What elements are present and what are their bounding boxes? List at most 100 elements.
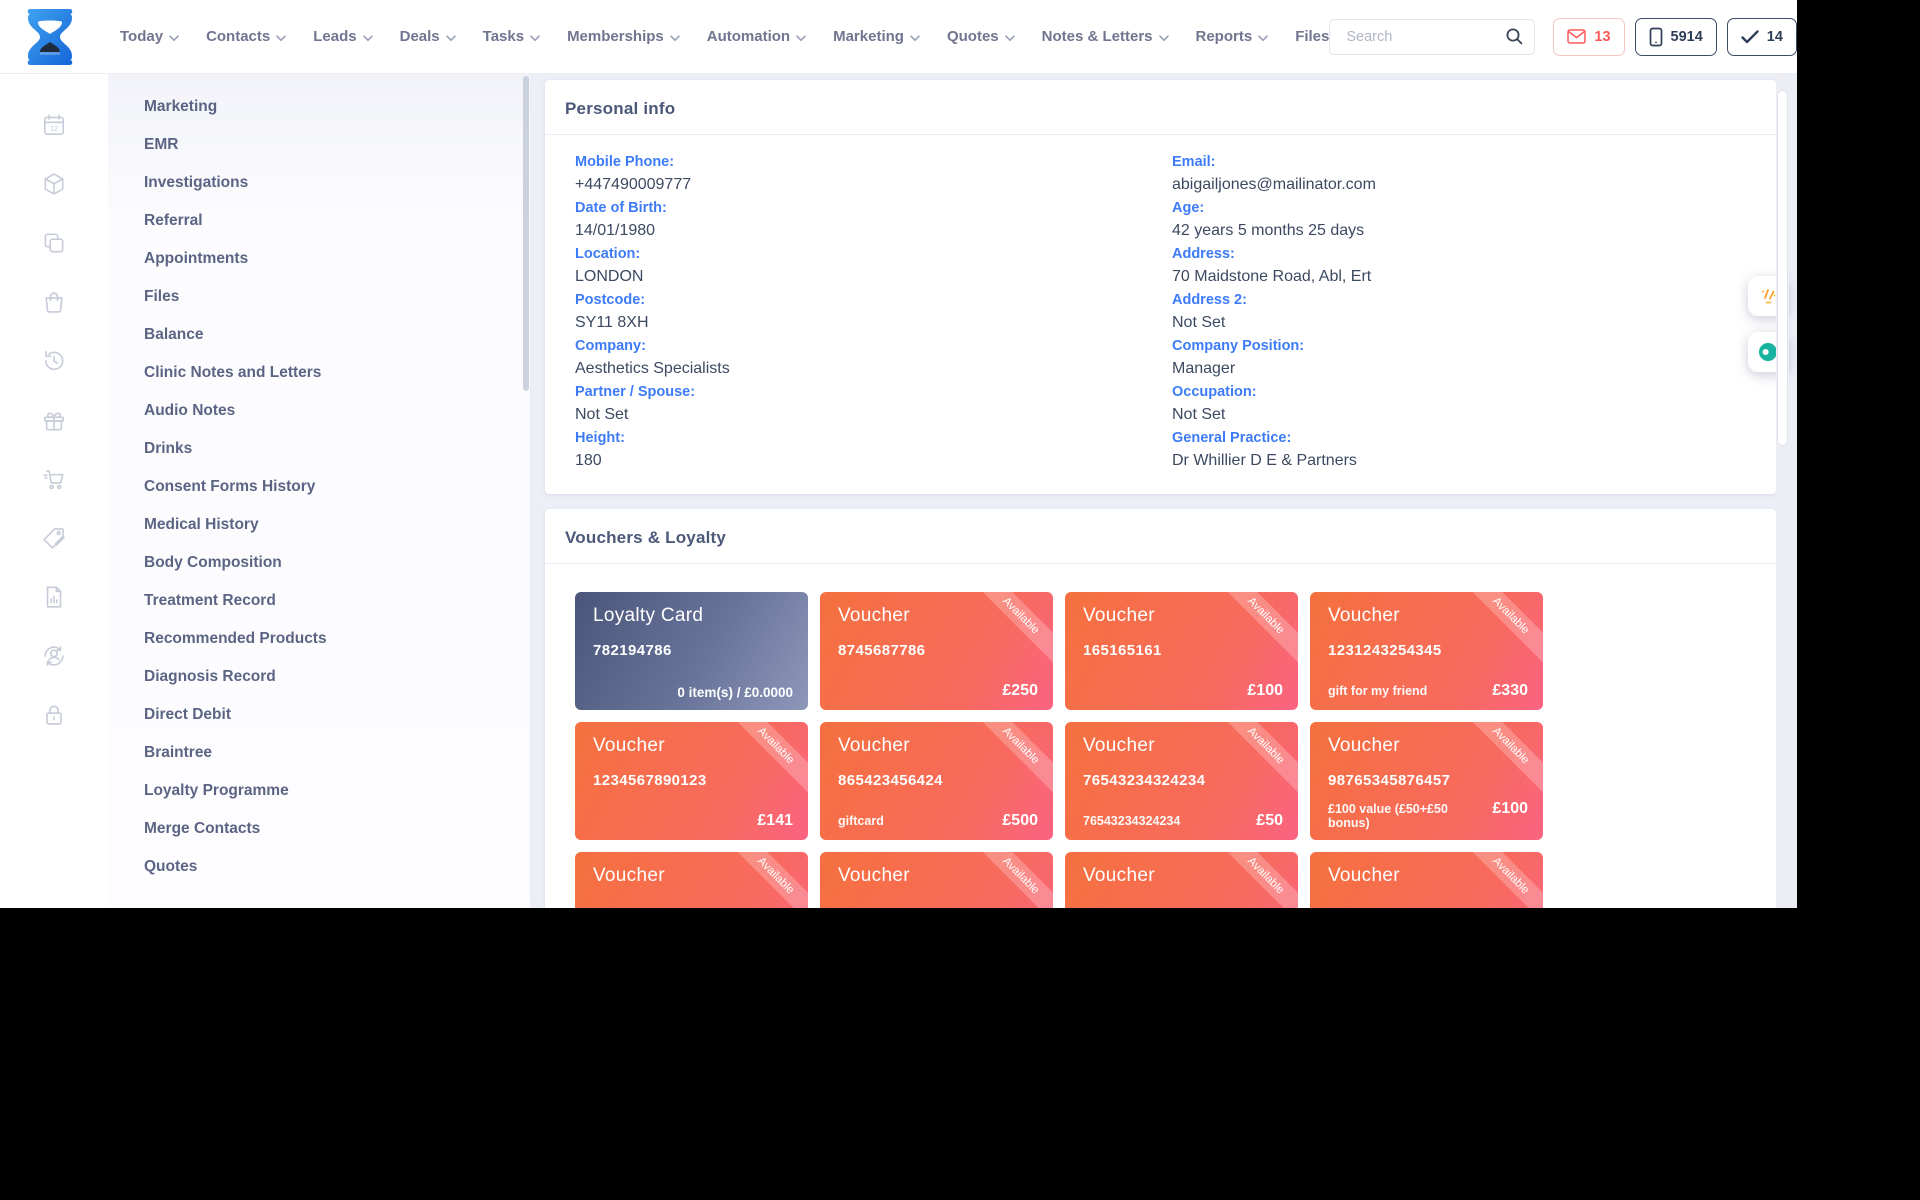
- field-value: 70 Maidstone Road, Abl, Ert: [1172, 265, 1756, 288]
- package-icon[interactable]: [27, 154, 81, 213]
- app-logo-hourglass-icon[interactable]: [24, 8, 76, 66]
- voucher-card[interactable]: Voucher 1231243254345 gift for my friend…: [1310, 592, 1543, 710]
- sidebar-menu-item[interactable]: Medical History: [108, 506, 530, 544]
- sidebar-menu-item[interactable]: Direct Debit: [108, 696, 530, 734]
- chevron-down-icon: [1005, 29, 1015, 46]
- main-menu-item[interactable]: Marketing: [833, 27, 920, 46]
- voucher-card[interactable]: Voucher Available: [820, 852, 1053, 908]
- account-sync-icon[interactable]: [27, 626, 81, 685]
- voucher-number: 76543234324234: [1083, 772, 1280, 789]
- sidebar-menu-item[interactable]: Merge Contacts: [108, 810, 530, 848]
- global-search: [1329, 19, 1535, 55]
- lock-icon[interactable]: [27, 685, 81, 744]
- field-value: Dr Whillier D E & Partners: [1172, 449, 1756, 472]
- main-menu-item[interactable]: Today: [120, 27, 179, 46]
- info-field: Address 2: Not Set: [1172, 290, 1756, 336]
- price-tag-icon[interactable]: [27, 508, 81, 567]
- cart-icon[interactable]: [27, 449, 81, 508]
- voucher-card[interactable]: Voucher Available: [575, 852, 808, 908]
- tasks-badge[interactable]: 14: [1727, 18, 1797, 56]
- menu-scrollbar[interactable]: [523, 74, 529, 908]
- chevron-down-icon: [910, 29, 920, 46]
- voucher-card[interactable]: Voucher Available: [1065, 852, 1298, 908]
- chevron-down-icon: [796, 29, 806, 46]
- field-label: Partner / Spouse:: [575, 382, 1172, 403]
- sidebar-menu-item[interactable]: Marketing: [108, 88, 530, 126]
- voucher-card[interactable]: Voucher 1234567890123 £141 Available: [575, 722, 808, 840]
- copy-icon[interactable]: [27, 213, 81, 272]
- sidebar-menu-item[interactable]: Files: [108, 278, 530, 316]
- field-value: 14/01/1980: [575, 219, 1172, 242]
- main-menu: Today Contacts Leads: [120, 27, 1329, 46]
- loyalty-card[interactable]: Loyalty Card 782194786 0 item(s) / £0.00…: [575, 592, 808, 710]
- sidebar-menu-item[interactable]: Referral: [108, 202, 530, 240]
- main-menu-item[interactable]: Deals: [400, 27, 456, 46]
- info-field: Occupation: Not Set: [1172, 382, 1756, 428]
- fields-column-left: Mobile Phone: +447490009777 Date of Birt…: [575, 152, 1172, 474]
- field-label: Occupation:: [1172, 382, 1756, 403]
- sidebar-menu-item[interactable]: Treatment Record: [108, 582, 530, 620]
- search-input[interactable]: [1344, 28, 1505, 46]
- voucher-card[interactable]: Voucher 8745687786 £250 Available: [820, 592, 1053, 710]
- chevron-down-icon: [670, 29, 680, 46]
- sidebar-menu-item[interactable]: Loyalty Programme: [108, 772, 530, 810]
- sidebar-menu-item[interactable]: Braintree: [108, 734, 530, 772]
- main-menu-item[interactable]: Notes & Letters: [1042, 27, 1169, 46]
- main-menu-item[interactable]: Contacts: [206, 27, 286, 46]
- search-icon[interactable]: [1505, 27, 1524, 46]
- mail-badge[interactable]: 13: [1553, 18, 1624, 56]
- field-label: Location:: [575, 244, 1172, 265]
- voucher-card[interactable]: Voucher 76543234324234 76543234324234 £5…: [1065, 722, 1298, 840]
- content-scrollbar[interactable]: [1776, 74, 1789, 908]
- main-menu-item[interactable]: Tasks: [483, 27, 540, 46]
- chevron-down-icon: [363, 29, 373, 46]
- field-value: Not Set: [1172, 403, 1756, 426]
- sidebar-menu-item[interactable]: Balance: [108, 316, 530, 354]
- sidebar-menu-item[interactable]: Drinks: [108, 430, 530, 468]
- history-icon[interactable]: [27, 331, 81, 390]
- contact-sidebar-menu: Marketing EMR Investigations Referral Ap…: [108, 74, 530, 908]
- sidebar-menu-item[interactable]: Recommended Products: [108, 620, 530, 658]
- sidebar-menu-item[interactable]: Audio Notes: [108, 392, 530, 430]
- voucher-card[interactable]: Voucher 865423456424 giftcard £500 Avail…: [820, 722, 1053, 840]
- voucher-card[interactable]: Voucher 165165161 £100 Available: [1065, 592, 1298, 710]
- shopping-bag-icon[interactable]: [27, 272, 81, 331]
- sidebar-menu-item[interactable]: Diagnosis Record: [108, 658, 530, 696]
- field-label: Date of Birth:: [575, 198, 1172, 219]
- loyalty-card-number: 782194786: [593, 642, 790, 659]
- info-field: Company: Aesthetics Specialists: [575, 336, 1172, 382]
- field-label: Address:: [1172, 244, 1756, 265]
- sidebar-menu-item[interactable]: Appointments: [108, 240, 530, 278]
- phone-badge[interactable]: 5914: [1635, 18, 1717, 56]
- sidebar-menu-item[interactable]: Consent Forms History: [108, 468, 530, 506]
- gift-icon[interactable]: [27, 390, 81, 449]
- voucher-number: 865423456424: [838, 772, 1035, 789]
- nav-badges: 13 5914 14: [1553, 18, 1797, 56]
- sidebar-menu-item[interactable]: Quotes: [108, 848, 530, 886]
- sidebar-menu-item[interactable]: Investigations: [108, 164, 530, 202]
- info-field: Location: LONDON: [575, 244, 1172, 290]
- voucher-number: 1234567890123: [593, 772, 790, 789]
- main-menu-item[interactable]: Files: [1295, 28, 1329, 45]
- report-icon[interactable]: [27, 567, 81, 626]
- main-menu-item[interactable]: Automation: [707, 27, 806, 46]
- main-menu-item[interactable]: Memberships: [567, 27, 680, 46]
- info-field: Age: 42 years 5 months 25 days: [1172, 198, 1756, 244]
- field-value: 180: [575, 449, 1172, 472]
- chevron-down-icon: [1258, 29, 1268, 46]
- chevron-down-icon: [530, 29, 540, 46]
- sidebar-menu-item[interactable]: Body Composition: [108, 544, 530, 582]
- voucher-card[interactable]: Voucher 98765345876457 £100 value (£50+£…: [1310, 722, 1543, 840]
- info-field: Company Position: Manager: [1172, 336, 1756, 382]
- main-menu-item[interactable]: Quotes: [947, 27, 1015, 46]
- sidebar-menu-item[interactable]: Clinic Notes and Letters: [108, 354, 530, 392]
- main-menu-item[interactable]: Reports: [1196, 27, 1269, 46]
- sidebar-menu-item[interactable]: EMR: [108, 126, 530, 164]
- calendar-icon[interactable]: 12: [27, 95, 81, 154]
- personal-info-title: Personal info: [545, 80, 1776, 135]
- main-menu-item[interactable]: Leads: [313, 27, 372, 46]
- voucher-amount: £100: [1492, 800, 1528, 818]
- field-label: General Practice:: [1172, 428, 1756, 449]
- voucher-card[interactable]: Voucher Available: [1310, 852, 1543, 908]
- app-window: Today Contacts Leads: [0, 0, 1797, 908]
